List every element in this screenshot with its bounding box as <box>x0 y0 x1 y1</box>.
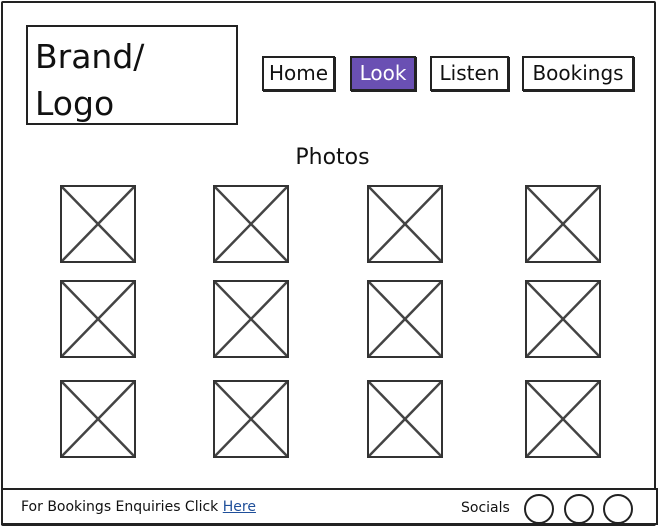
brand-logo[interactable]: Brand/ Logo <box>26 25 238 125</box>
footer: For Bookings Enquiries Click Here Social… <box>1 488 658 525</box>
nav-look-button[interactable]: Look <box>350 56 416 91</box>
photo-placeholder-icon[interactable] <box>525 280 601 358</box>
social-icon-1[interactable] <box>524 494 554 524</box>
nav-listen-button[interactable]: Listen <box>430 56 509 91</box>
photo-placeholder-icon[interactable] <box>60 380 136 458</box>
nav-bookings-button[interactable]: Bookings <box>522 56 634 91</box>
footer-here-link[interactable]: Here <box>223 499 256 515</box>
nav-home-button[interactable]: Home <box>262 56 335 91</box>
footer-enquiry: For Bookings Enquiries Click Here <box>21 499 256 515</box>
socials-label: Socials <box>461 500 510 516</box>
footer-enquiry-text: For Bookings Enquiries Click <box>21 499 223 515</box>
photo-placeholder-icon[interactable] <box>525 185 601 263</box>
photo-placeholder-icon[interactable] <box>213 280 289 358</box>
social-icon-2[interactable] <box>564 494 594 524</box>
photo-placeholder-icon[interactable] <box>213 380 289 458</box>
photo-placeholder-icon[interactable] <box>367 380 443 458</box>
photo-placeholder-icon[interactable] <box>525 380 601 458</box>
photo-placeholder-icon[interactable] <box>60 185 136 263</box>
page-title: Photos <box>295 145 370 170</box>
photo-placeholder-icon[interactable] <box>213 185 289 263</box>
photo-placeholder-icon[interactable] <box>367 280 443 358</box>
social-icon-3[interactable] <box>603 494 633 524</box>
photo-placeholder-icon[interactable] <box>367 185 443 263</box>
photo-placeholder-icon[interactable] <box>60 280 136 358</box>
